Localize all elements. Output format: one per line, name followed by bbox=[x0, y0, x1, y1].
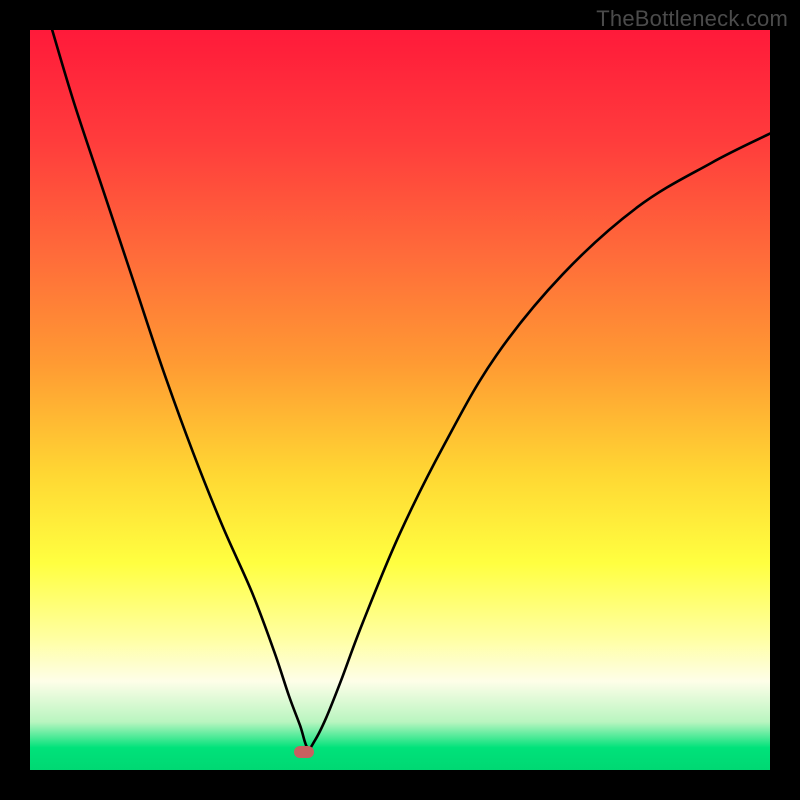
optimum-marker bbox=[294, 746, 314, 758]
chart-canvas bbox=[30, 30, 770, 770]
chart-frame bbox=[30, 30, 770, 770]
gradient-background bbox=[30, 30, 770, 770]
watermark-text: TheBottleneck.com bbox=[596, 6, 788, 32]
